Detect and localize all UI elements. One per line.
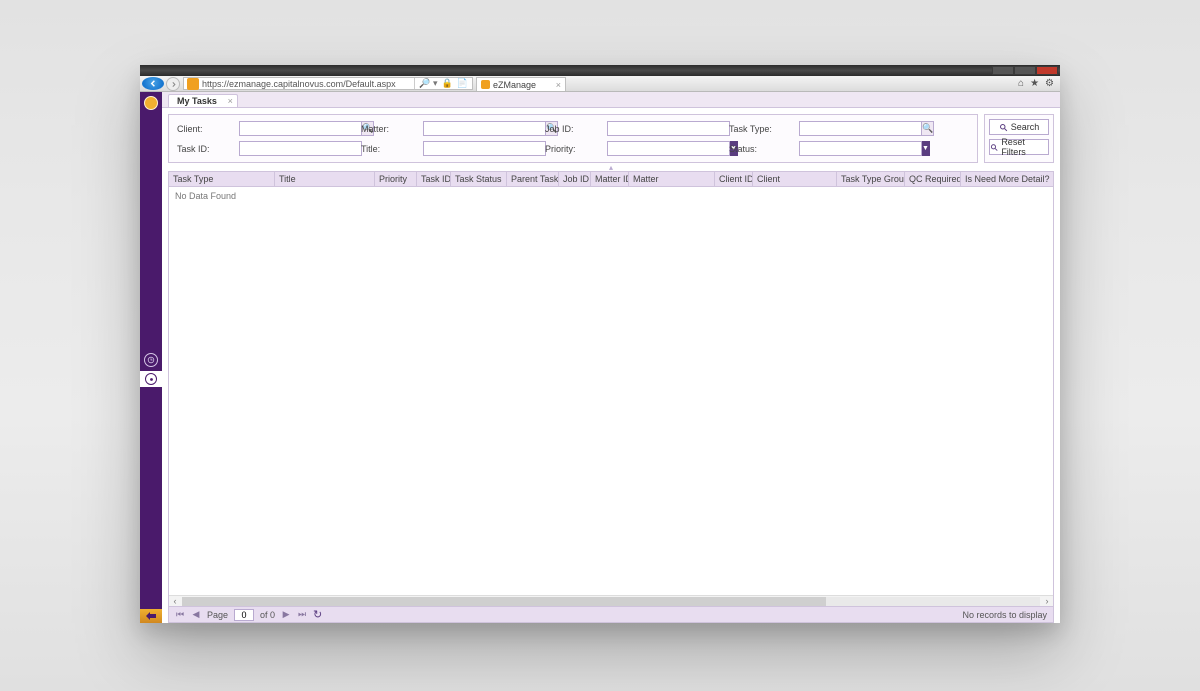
- nav-back-button[interactable]: [142, 77, 164, 90]
- col-qc-required[interactable]: QC Required: [905, 172, 961, 186]
- priority-select[interactable]: [607, 141, 730, 156]
- filter-panel: Client: 🔍 Matter: 🔍 Job ID:: [168, 114, 978, 163]
- app-logo-icon[interactable]: [144, 96, 158, 110]
- pager-of-label: of 0: [260, 610, 275, 620]
- status-select[interactable]: [799, 141, 922, 156]
- collapse-handle[interactable]: ▴: [168, 163, 1054, 171]
- sidebar-bottom-icon[interactable]: [140, 609, 162, 623]
- lock-icon: 🔒: [442, 78, 453, 89]
- os-titlebar: [140, 65, 1060, 76]
- address-url: https://ezmanage.capitalnovus.com/Defaul…: [202, 79, 414, 89]
- client-input[interactable]: [239, 121, 362, 136]
- job-id-input[interactable]: [607, 121, 730, 136]
- pager-next-button[interactable]: ▶: [281, 609, 291, 620]
- grid-empty-text: No Data Found: [175, 191, 236, 201]
- sidebar: [140, 92, 162, 623]
- col-title[interactable]: Title: [275, 172, 375, 186]
- results-grid: Task Type Title Priority Task ID Task St…: [168, 171, 1054, 623]
- tab-favicon-icon: [481, 80, 490, 89]
- col-need-more-detail[interactable]: Is Need More Detail?: [961, 172, 1053, 186]
- filter-bar: Client: 🔍 Matter: 🔍 Job ID:: [168, 114, 1054, 163]
- task-type-label: Task Type:: [729, 124, 781, 134]
- job-id-label: Job ID:: [545, 124, 589, 134]
- col-matter[interactable]: Matter: [629, 172, 715, 186]
- title-label: Title:: [361, 144, 405, 154]
- task-id-label: Task ID:: [177, 144, 221, 154]
- search-dropdown-icon[interactable]: 🔎 ▾: [419, 78, 437, 89]
- browser-toolbar: https://ezmanage.capitalnovus.com/Defaul…: [140, 76, 1060, 92]
- site-favicon-icon: [187, 78, 199, 90]
- col-client-id[interactable]: Client ID: [715, 172, 753, 186]
- scroll-left-button[interactable]: ‹: [169, 596, 181, 606]
- grid-header-row: Task Type Title Priority Task ID Task St…: [169, 172, 1053, 187]
- status-dropdown-button[interactable]: ▼: [922, 141, 930, 156]
- search-button[interactable]: Search: [989, 119, 1049, 135]
- pager-status: No records to display: [962, 610, 1047, 620]
- pager-last-button[interactable]: ⏭: [297, 609, 307, 620]
- reset-filters-label: Reset Filters: [1001, 137, 1048, 157]
- reset-filters-button[interactable]: Reset Filters: [989, 139, 1049, 155]
- action-panel: Search Reset Filters: [984, 114, 1054, 163]
- pager-bar: ⏮ ◀ Page of 0 ▶ ⏭ ↻ No records to displa…: [169, 606, 1053, 622]
- tools-icon[interactable]: ⚙: [1045, 78, 1054, 89]
- address-bar[interactable]: https://ezmanage.capitalnovus.com/Defaul…: [183, 77, 473, 90]
- nav-forward-button[interactable]: [166, 77, 180, 91]
- task-type-input[interactable]: [799, 121, 922, 136]
- sidebar-item-clock[interactable]: [144, 353, 158, 367]
- col-task-status[interactable]: Task Status: [451, 172, 507, 186]
- search-icon: [999, 123, 1008, 132]
- app-body: My Tasks × Client: 🔍 Matter:: [140, 92, 1060, 623]
- pager-prev-button[interactable]: ◀: [191, 609, 201, 620]
- browser-menu: ⌂ ★ ⚙: [1018, 76, 1060, 91]
- tab-close-button[interactable]: ×: [556, 80, 561, 90]
- app-tab-title: My Tasks: [177, 96, 217, 106]
- horizontal-scrollbar[interactable]: ‹ ›: [169, 595, 1053, 606]
- main-panel: My Tasks × Client: 🔍 Matter:: [162, 92, 1060, 623]
- app-tab-close-button[interactable]: ×: [228, 96, 233, 106]
- home-icon[interactable]: ⌂: [1018, 78, 1024, 89]
- address-bar-actions: 🔎 ▾ 🔒 📄: [414, 78, 472, 89]
- grid-body: No Data Found: [169, 187, 1053, 595]
- scroll-right-button[interactable]: ›: [1041, 596, 1053, 606]
- reset-icon: [990, 143, 998, 152]
- col-parent-task-id[interactable]: Parent Task ID: [507, 172, 559, 186]
- browser-tab[interactable]: eZManage ×: [476, 77, 566, 91]
- col-task-type-group[interactable]: Task Type Group: [837, 172, 905, 186]
- pager-page-input[interactable]: [234, 609, 254, 621]
- status-label: Status:: [729, 144, 781, 154]
- sidebar-item-active[interactable]: [140, 371, 162, 387]
- browser-window: https://ezmanage.capitalnovus.com/Defaul…: [140, 65, 1060, 623]
- window-maximize-button[interactable]: [1014, 66, 1036, 75]
- col-client[interactable]: Client: [753, 172, 837, 186]
- pager-refresh-button[interactable]: ↻: [313, 608, 322, 621]
- search-button-label: Search: [1011, 122, 1040, 132]
- scroll-thumb[interactable]: [182, 597, 826, 606]
- app-tab-my-tasks[interactable]: My Tasks ×: [168, 94, 238, 107]
- client-label: Client:: [177, 124, 221, 134]
- title-input[interactable]: [423, 141, 546, 156]
- col-task-id[interactable]: Task ID: [417, 172, 451, 186]
- pager-first-button[interactable]: ⏮: [175, 609, 185, 620]
- scroll-track[interactable]: [182, 597, 1040, 606]
- app-tabstrip: My Tasks ×: [162, 92, 1060, 107]
- priority-label: Priority:: [545, 144, 589, 154]
- matter-input[interactable]: [423, 121, 546, 136]
- window-minimize-button[interactable]: [992, 66, 1014, 75]
- task-type-lookup-button[interactable]: 🔍: [922, 121, 934, 136]
- content-area: Client: 🔍 Matter: 🔍 Job ID:: [162, 107, 1060, 623]
- matter-label: Matter:: [361, 124, 405, 134]
- col-matter-id[interactable]: Matter ID: [591, 172, 629, 186]
- compat-icon[interactable]: 📄: [457, 78, 468, 89]
- col-job-id[interactable]: Job ID: [559, 172, 591, 186]
- task-id-input[interactable]: [239, 141, 362, 156]
- browser-tab-title: eZManage: [493, 80, 536, 90]
- window-close-button[interactable]: [1036, 66, 1058, 75]
- col-priority[interactable]: Priority: [375, 172, 417, 186]
- pager-page-label: Page: [207, 610, 228, 620]
- col-task-type[interactable]: Task Type: [169, 172, 275, 186]
- favorites-icon[interactable]: ★: [1030, 78, 1039, 89]
